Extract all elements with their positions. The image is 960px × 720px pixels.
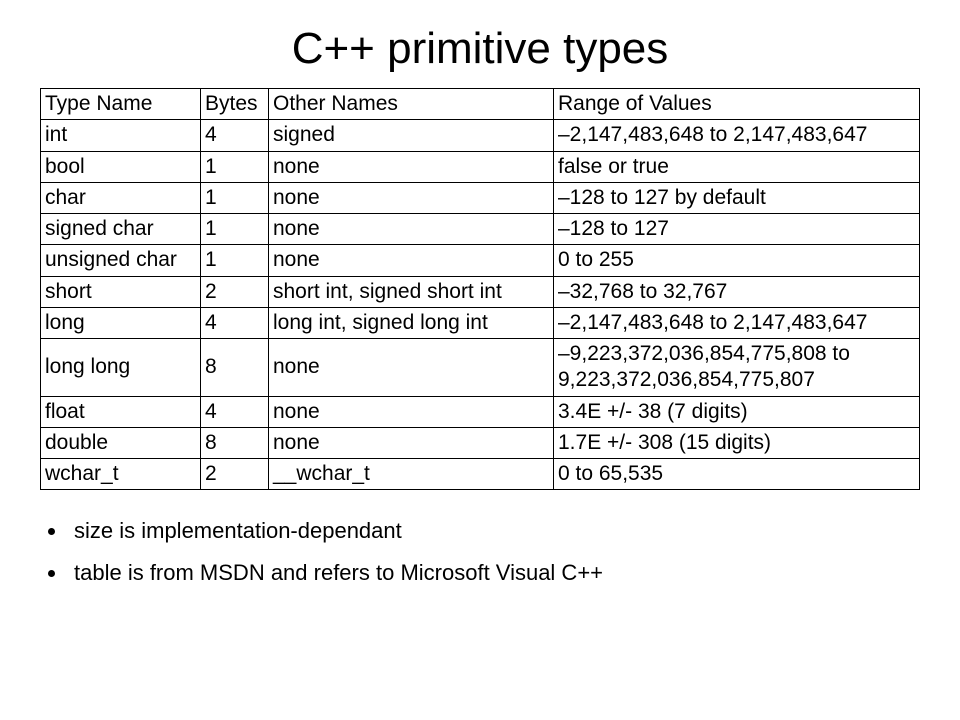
cell-other: short int, signed short int [269,276,554,307]
table-row: bool1nonefalse or true [41,151,920,182]
types-table: Type Name Bytes Other Names Range of Val… [40,88,920,490]
cell-type: unsigned char [41,245,201,276]
table-row: int4signed–2,147,483,648 to 2,147,483,64… [41,120,920,151]
cell-type: double [41,427,201,458]
table-row: short2short int, signed short int–32,768… [41,276,920,307]
cell-bytes: 1 [201,214,269,245]
cell-bytes: 1 [201,245,269,276]
cell-range: false or true [554,151,920,182]
cell-other: none [269,182,554,213]
header-type-name: Type Name [41,89,201,120]
cell-type: float [41,396,201,427]
cell-other: none [269,214,554,245]
header-other-names: Other Names [269,89,554,120]
cell-type: bool [41,151,201,182]
cell-other: none [269,396,554,427]
cell-bytes: 1 [201,151,269,182]
cell-type: wchar_t [41,459,201,490]
cell-type: long long [41,339,201,397]
cell-bytes: 4 [201,120,269,151]
table-row: char1none–128 to 127 by default [41,182,920,213]
cell-bytes: 4 [201,396,269,427]
table-header-row: Type Name Bytes Other Names Range of Val… [41,89,920,120]
cell-range: 0 to 65,535 [554,459,920,490]
cell-range: –128 to 127 by default [554,182,920,213]
cell-other: none [269,245,554,276]
note-item: size is implementation-dependant [68,518,920,544]
cell-type: int [41,120,201,151]
table-row: signed char1none–128 to 127 [41,214,920,245]
cell-bytes: 8 [201,427,269,458]
table-row: unsigned char1none0 to 255 [41,245,920,276]
cell-range: –32,768 to 32,767 [554,276,920,307]
table-row: long4long int, signed long int–2,147,483… [41,307,920,338]
cell-range: –2,147,483,648 to 2,147,483,647 [554,120,920,151]
cell-range: 1.7E +/- 308 (15 digits) [554,427,920,458]
cell-range: –2,147,483,648 to 2,147,483,647 [554,307,920,338]
cell-range: –128 to 127 [554,214,920,245]
cell-bytes: 4 [201,307,269,338]
slide-title: C++ primitive types [40,24,920,74]
table-row: double8none1.7E +/- 308 (15 digits) [41,427,920,458]
notes-list: size is implementation-dependant table i… [68,518,920,586]
cell-bytes: 1 [201,182,269,213]
cell-type: short [41,276,201,307]
cell-type: char [41,182,201,213]
cell-bytes: 2 [201,276,269,307]
cell-type: long [41,307,201,338]
cell-other: long int, signed long int [269,307,554,338]
cell-other: signed [269,120,554,151]
cell-other: none [269,427,554,458]
cell-other: none [269,151,554,182]
table-row: wchar_t2__wchar_t0 to 65,535 [41,459,920,490]
cell-range: –9,223,372,036,854,775,808 to 9,223,372,… [554,339,920,397]
table-row: long long8none–9,223,372,036,854,775,808… [41,339,920,397]
note-item: table is from MSDN and refers to Microso… [68,560,920,586]
cell-range: 3.4E +/- 38 (7 digits) [554,396,920,427]
cell-type: signed char [41,214,201,245]
cell-range: 0 to 255 [554,245,920,276]
cell-other: none [269,339,554,397]
cell-bytes: 8 [201,339,269,397]
header-range: Range of Values [554,89,920,120]
cell-bytes: 2 [201,459,269,490]
table-row: float4none3.4E +/- 38 (7 digits) [41,396,920,427]
cell-other: __wchar_t [269,459,554,490]
header-bytes: Bytes [201,89,269,120]
